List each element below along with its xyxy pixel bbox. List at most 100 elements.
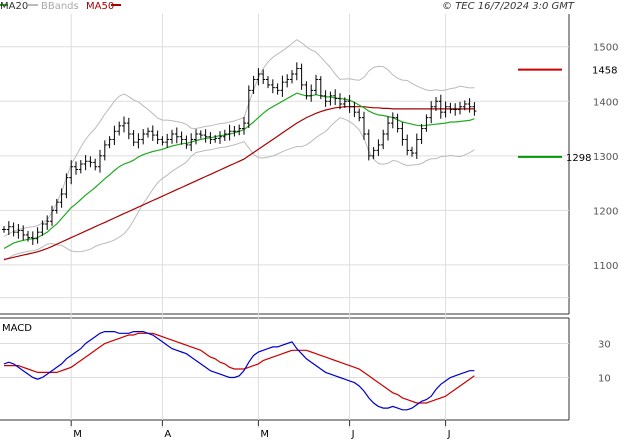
ma20-legend-label: MA20 xyxy=(0,1,28,12)
macd-tick-label: 10 xyxy=(598,374,611,385)
price-bar xyxy=(429,101,434,124)
price-bar xyxy=(438,94,443,119)
price-bar xyxy=(410,146,414,157)
price-bar xyxy=(112,125,117,146)
support-resistance-levels: 1458 1298 xyxy=(518,66,617,164)
price-bar xyxy=(299,63,304,90)
grid xyxy=(0,14,569,428)
price-bar xyxy=(453,103,458,116)
month-tick-label: J xyxy=(447,429,451,440)
price-bar xyxy=(256,68,261,86)
price-bar xyxy=(155,130,160,145)
price-tick-label: 1500 xyxy=(593,43,618,54)
price-bar xyxy=(198,130,203,139)
price-bar xyxy=(107,136,112,149)
price-bar xyxy=(270,79,275,94)
price-bar xyxy=(170,129,174,144)
price-bar xyxy=(98,149,102,173)
price-bar xyxy=(328,91,333,106)
price-bar xyxy=(117,121,122,136)
price-bar xyxy=(266,76,270,89)
price-bar xyxy=(357,108,362,122)
moving-averages xyxy=(3,92,475,261)
price-bar xyxy=(467,98,472,113)
price-bar xyxy=(69,160,74,185)
price-bar xyxy=(419,123,424,145)
price-bar xyxy=(16,224,21,239)
price-bar xyxy=(237,124,242,136)
price-bar xyxy=(458,101,462,115)
price-tick-label: 1300 xyxy=(593,152,618,163)
price-bar xyxy=(414,133,419,159)
price-bar xyxy=(424,114,429,132)
bband-upper xyxy=(3,39,475,237)
price-bar xyxy=(150,125,155,141)
ma20-line xyxy=(3,92,475,250)
macd-label: MACD xyxy=(2,323,32,334)
price-bar xyxy=(11,222,16,237)
price-bar xyxy=(64,173,69,199)
price-bar xyxy=(280,75,285,97)
month-tick-label: A xyxy=(164,429,171,440)
price-bar xyxy=(126,117,131,140)
price-bar xyxy=(122,116,126,133)
price-bar xyxy=(141,129,146,145)
price-bar xyxy=(290,70,294,84)
price-bar xyxy=(294,62,299,81)
price-bar xyxy=(347,95,352,113)
month-tick-label: J xyxy=(351,429,355,440)
month-tick-label: M xyxy=(73,429,82,440)
price-bar xyxy=(448,102,453,114)
price-bar xyxy=(59,188,64,208)
price-bars xyxy=(2,62,477,245)
source-timestamp: © TEC 16/7/2024 3:0 GMT xyxy=(442,1,575,12)
price-bar xyxy=(136,133,141,149)
price-bar xyxy=(184,135,189,149)
price-bar xyxy=(174,127,179,144)
price-bar xyxy=(405,134,410,156)
stock-chart: 1458 1298 1100 1200 1300 1400 1500 10 30 M A M J J M… xyxy=(0,1,618,440)
price-bar xyxy=(78,160,83,174)
price-tick-label: 1100 xyxy=(593,261,618,272)
price-bar xyxy=(232,126,237,137)
macd-tick-label: 30 xyxy=(598,340,611,351)
price-bar xyxy=(203,129,208,143)
price-tick-label: 1200 xyxy=(593,206,618,217)
resistance-label: 1458 xyxy=(592,66,617,77)
price-bar xyxy=(304,81,309,100)
price-tick-label: 1400 xyxy=(593,97,618,108)
price-bar xyxy=(227,124,232,141)
bollinger-bands xyxy=(3,39,475,261)
price-bar xyxy=(285,74,290,88)
price-bar xyxy=(218,131,222,144)
price-bar xyxy=(381,129,386,150)
price-bar xyxy=(88,156,93,168)
price-bar xyxy=(275,83,280,95)
price-bar xyxy=(323,90,328,107)
price-bar xyxy=(165,133,170,148)
price-bar xyxy=(386,116,390,141)
price-bar xyxy=(390,112,395,129)
price-bar xyxy=(376,139,381,156)
bbands-legend-label: BBands xyxy=(41,1,79,12)
price-bar xyxy=(242,116,246,135)
price-bar xyxy=(146,127,150,138)
price-bar xyxy=(194,129,198,145)
price-bar xyxy=(35,227,40,244)
price-bar xyxy=(160,136,165,146)
support-label: 1298 xyxy=(566,153,591,164)
price-bar xyxy=(314,74,318,95)
ma50-legend-label: MA50 xyxy=(86,1,114,12)
price-bar xyxy=(102,140,107,161)
price-bar xyxy=(309,84,314,102)
price-bar xyxy=(179,131,184,145)
price-bar xyxy=(400,122,405,146)
price-bar xyxy=(21,225,26,241)
price-bar xyxy=(131,130,136,147)
price-bar xyxy=(2,226,6,233)
month-tick-label: M xyxy=(260,429,269,440)
price-bar xyxy=(74,161,78,175)
price-bar xyxy=(83,155,88,171)
price-bar xyxy=(93,158,98,171)
price-bar xyxy=(395,113,400,133)
